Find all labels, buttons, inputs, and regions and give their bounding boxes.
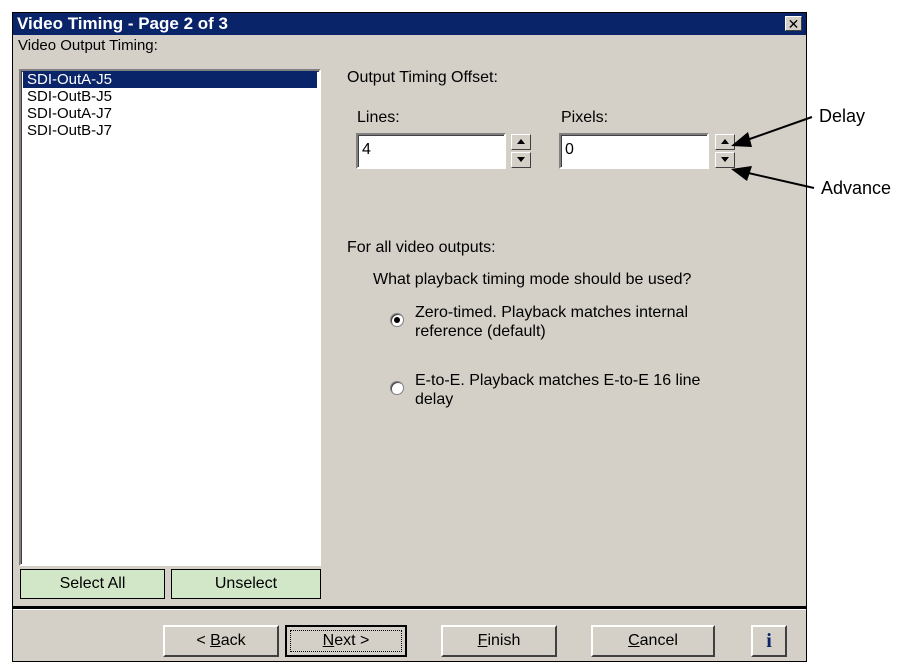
delay-arrowhead [731,132,752,147]
delay-arrow-line [743,116,813,142]
advance-arrowhead [731,166,752,181]
advance-arrow-line [743,171,815,189]
advance-annotation: Advance [821,178,892,198]
delay-annotation: Delay [819,106,866,126]
annotation-arrows [731,116,815,189]
